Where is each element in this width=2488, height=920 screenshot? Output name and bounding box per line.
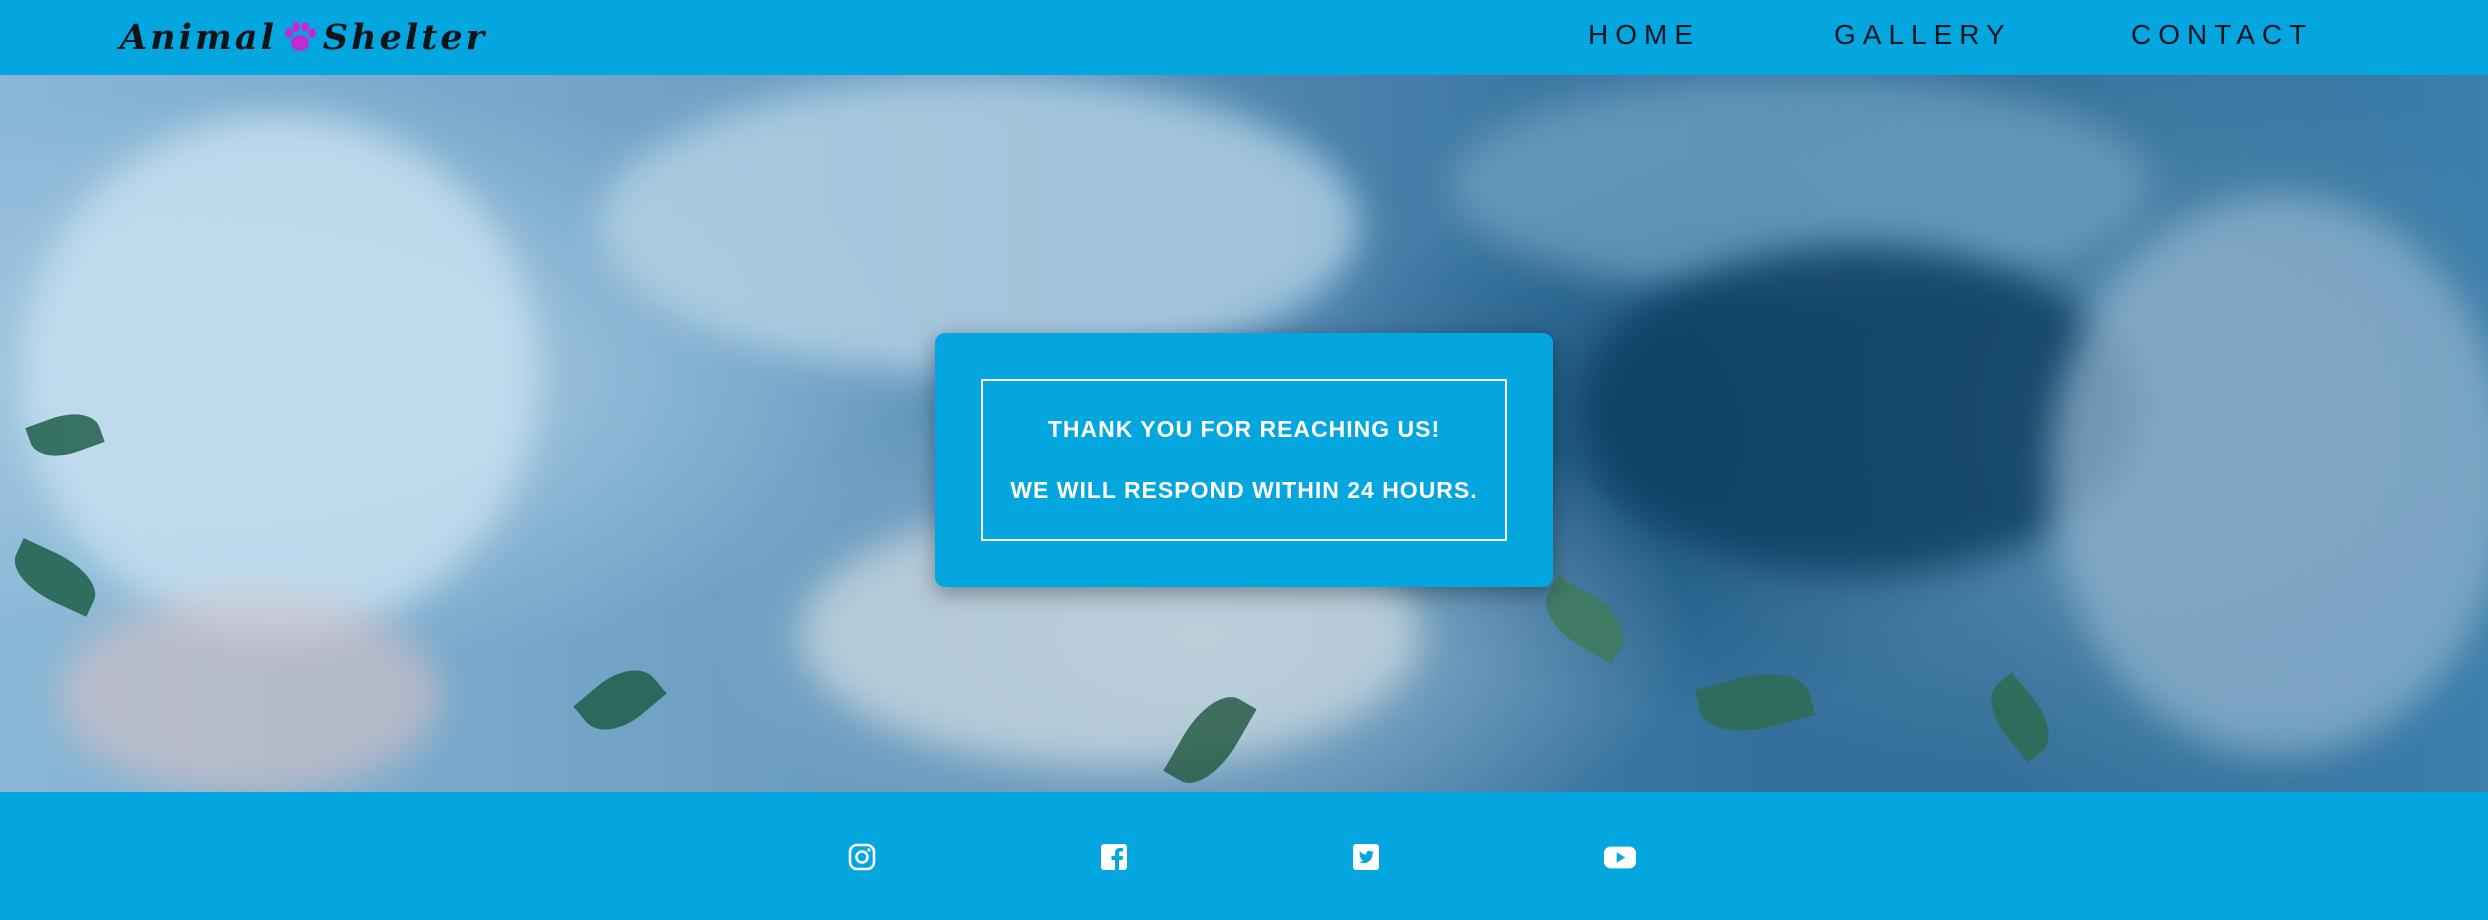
leaf-shape [1694,661,1816,744]
response-time-text: WE WILL RESPOND WITHIN 24 HOURS. [1010,477,1478,503]
confirmation-card: THANK YOU FOR REACHING US! WE WILL RESPO… [935,333,1553,587]
nav-contact-link[interactable]: CONTACT [2131,0,2313,70]
leaf-shape [1533,575,1637,665]
twitter-icon[interactable] [1349,840,1383,874]
fur-shape [600,75,1360,375]
thank-you-text: THANK YOU FOR REACHING US! [1047,416,1441,442]
fur-shape [20,115,540,635]
logo-text-animal: Animal [120,16,277,58]
top-navbar: Animal Shelter HOME GALLERY CONTACT [0,0,2488,75]
site-logo[interactable]: Animal Shelter [120,12,487,62]
paw-icon [281,18,319,56]
instagram-icon[interactable] [845,840,879,874]
leaf-shape [573,655,667,745]
confirmation-inner-frame: THANK YOU FOR REACHING US! WE WILL RESPO… [981,379,1507,541]
fur-shape [2050,195,2488,755]
fur-shape [60,595,440,792]
facebook-icon[interactable] [1097,840,1131,874]
nav-home-link[interactable]: HOME [1588,0,1700,70]
leaf-shape [1977,672,2063,763]
logo-text-shelter: Shelter [322,16,488,58]
footer [0,792,2488,920]
nav-gallery-link[interactable]: GALLERY [1834,0,2012,70]
youtube-icon[interactable] [1603,840,1637,874]
